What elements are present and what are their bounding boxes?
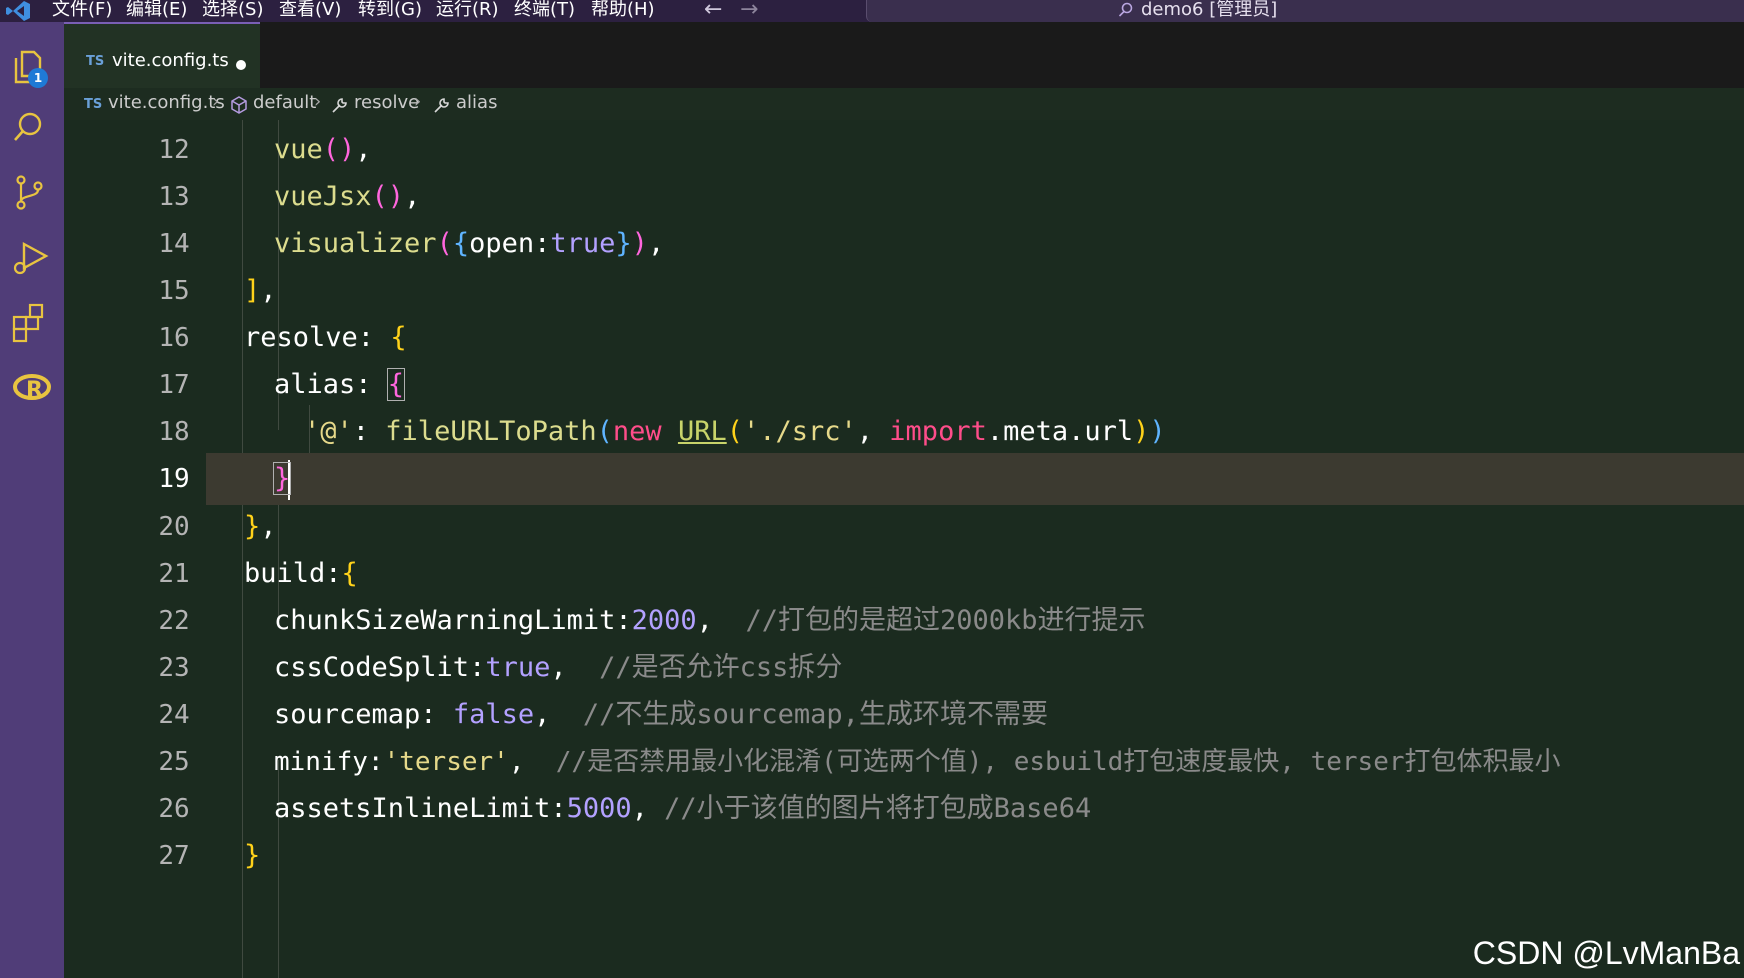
menu-view[interactable]: 查看(V)	[279, 0, 341, 22]
extensions-icon	[12, 303, 44, 343]
line-number: 16	[158, 323, 190, 353]
line-number: 13	[158, 182, 190, 212]
line-number: 19	[158, 464, 190, 494]
code-text: assetsInlineLimit:5000, //小于该值的图片将打包成Bas…	[274, 793, 1092, 824]
run-debug-button[interactable]	[6, 232, 58, 284]
code-text: build:{	[244, 558, 358, 589]
code-line: 24 sourcemap: false, //不生成sourcemap,生成环境…	[64, 689, 1744, 741]
breadcrumb-file[interactable]: vite.config.ts	[108, 92, 225, 113]
r-extension-button[interactable]: R	[6, 362, 58, 414]
code-line: 27 }	[64, 830, 1744, 882]
code-line: 23 cssCodeSplit:true, //是否允许css拆分	[64, 642, 1744, 694]
menu-edit[interactable]: 编辑(E)	[126, 0, 187, 22]
code-line: 20 },	[64, 501, 1744, 553]
code-text: },	[244, 511, 277, 542]
menu-go[interactable]: 转到(G)	[358, 0, 422, 22]
code-line: 25 minify:'terser', //是否禁用最小化混淆(可选两个值), …	[64, 736, 1744, 788]
code-line: 18 '@': fileURLToPath(new URL('./src', i…	[64, 406, 1744, 458]
source-control-button[interactable]	[6, 167, 58, 219]
line-number: 23	[158, 653, 190, 683]
code-line: 12 vue(),	[64, 124, 1744, 176]
code-line: 26 assetsInlineLimit:5000, //小于该值的图片将打包成…	[64, 783, 1744, 835]
ts-file-icon: TS	[86, 54, 105, 69]
code-text: alias: {	[274, 368, 406, 401]
code-line: 22 chunkSizeWarningLimit:2000, //打包的是超过2…	[64, 595, 1744, 647]
run-debug-icon	[13, 241, 49, 275]
code-text: }	[272, 453, 292, 505]
menu-terminal[interactable]: 终端(T)	[514, 0, 575, 22]
r-language-icon: R	[13, 374, 51, 403]
svg-text:R: R	[26, 378, 43, 403]
current-line-highlight	[206, 453, 1744, 505]
code-text: sourcemap: false, //不生成sourcemap,生成环境不需要	[274, 699, 1048, 730]
breadcrumb-alias[interactable]: alias	[456, 92, 497, 113]
watermark: CSDN @LvManBa	[1472, 935, 1740, 971]
command-center[interactable]	[866, 0, 1744, 22]
tab-label: vite.config.ts	[112, 50, 229, 71]
line-number: 17	[158, 370, 190, 400]
chevron-right-icon: ›	[314, 91, 322, 112]
search-icon	[1118, 2, 1133, 17]
search-button[interactable]	[6, 102, 58, 154]
activity-bar: 1 R	[0, 22, 64, 978]
code-text: cssCodeSplit:true, //是否允许css拆分	[274, 652, 843, 683]
line-number: 20	[158, 512, 190, 542]
tab-vite-config[interactable]: TS vite.config.ts	[64, 22, 260, 88]
source-control-icon	[16, 175, 43, 210]
text-cursor	[288, 459, 291, 500]
breadcrumb-default[interactable]: default	[253, 92, 316, 113]
code-line: 17 alias: {	[64, 359, 1744, 411]
command-center-label: demo6 [管理员]	[1141, 0, 1278, 20]
line-number: 24	[158, 700, 190, 730]
code-text: vueJsx(),	[274, 181, 421, 212]
breadcrumb-resolve[interactable]: resolve	[354, 92, 419, 113]
breadcrumb: TS vite.config.ts › default › resolve › …	[64, 88, 1744, 120]
menu-help[interactable]: 帮助(H)	[591, 0, 655, 22]
code-text: chunkSizeWarningLimit:2000, //打包的是超过2000…	[274, 605, 1146, 636]
line-number: 14	[158, 229, 190, 259]
code-text: minify:'terser', //是否禁用最小化混淆(可选两个值), esb…	[274, 747, 1561, 777]
line-number: 26	[158, 794, 190, 824]
code-line: 15 ],	[64, 265, 1744, 317]
line-number: 22	[158, 606, 190, 636]
code-text: resolve: {	[244, 322, 407, 353]
wrench-icon	[332, 98, 347, 113]
line-number: 27	[158, 841, 190, 871]
menu-file[interactable]: 文件(F)	[52, 0, 112, 22]
code-line: 16 resolve: {	[64, 312, 1744, 364]
ts-file-icon: TS	[84, 97, 103, 112]
vscode-logo-icon	[6, 1, 30, 21]
code-line: 21 build:{	[64, 548, 1744, 600]
forward-arrow-icon[interactable]: →	[740, 0, 758, 22]
code-line: 13 vueJsx(),	[64, 171, 1744, 223]
menu-selection[interactable]: 选择(S)	[202, 0, 263, 22]
code-text: '@': fileURLToPath(new URL('./src', impo…	[304, 416, 1166, 447]
line-number: 25	[158, 747, 190, 777]
explorer-button[interactable]: 1	[6, 42, 58, 94]
code-text: vue(),	[274, 134, 372, 165]
line-number: 18	[158, 417, 190, 447]
explorer-badge: 1	[28, 68, 48, 88]
unsaved-dot-icon[interactable]	[236, 60, 246, 70]
menu-run[interactable]: 运行(R)	[436, 0, 499, 22]
line-number: 15	[158, 276, 190, 306]
line-number: 21	[158, 559, 190, 589]
code-text: ],	[244, 275, 277, 306]
chevron-right-icon: ›	[414, 91, 422, 112]
extensions-button[interactable]	[6, 297, 58, 349]
code-text: visualizer({open:true}),	[274, 228, 665, 259]
code-line-current: 19 }	[64, 453, 1744, 505]
code-line: 14 visualizer({open:true}),	[64, 218, 1744, 270]
tab-bar: TS vite.config.ts	[64, 22, 1744, 88]
chevron-right-icon: ›	[212, 91, 220, 112]
line-number: 12	[158, 135, 190, 165]
back-arrow-icon[interactable]: ←	[704, 0, 722, 22]
code-editor[interactable]: 12 vue(), 13 vueJsx(), 14 visualizer({op…	[64, 120, 1744, 978]
search-icon	[14, 112, 42, 141]
wrench-icon	[434, 98, 449, 113]
code-text: }	[244, 840, 261, 871]
title-bar: 文件(F) 编辑(E) 选择(S) 查看(V) 转到(G) 运行(R) 终端(T…	[0, 0, 1744, 22]
module-icon	[231, 96, 247, 114]
